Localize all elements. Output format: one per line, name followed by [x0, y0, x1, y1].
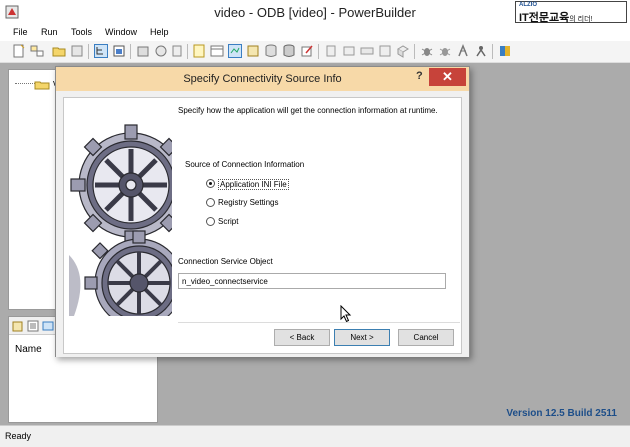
toolbar-separator	[88, 44, 89, 59]
help-button[interactable]: ?	[416, 70, 423, 82]
menu-run[interactable]: Run	[41, 27, 58, 37]
connectivity-dialog: Specify Connectivity Source Info ? ✕ Spe…	[55, 66, 470, 357]
brand-logo: ALZIO IT전문교육의 리더!	[515, 1, 627, 24]
close-button[interactable]: ✕	[429, 68, 466, 86]
open-icon[interactable]	[52, 44, 66, 58]
source-group-label: Source of Connection Information	[185, 160, 305, 169]
back-button[interactable]: < Back	[274, 329, 330, 346]
dialog-body: Specify how the application will get the…	[56, 91, 469, 357]
build-icon[interactable]	[342, 44, 356, 58]
toolbar-separator	[492, 44, 493, 59]
radio-button[interactable]	[206, 179, 215, 188]
radio-label-script[interactable]: Script	[218, 217, 238, 226]
toolbar	[0, 41, 630, 63]
status-bar: Ready	[0, 425, 630, 447]
gears-illustration	[69, 105, 172, 316]
inherit-icon[interactable]	[30, 44, 44, 58]
radio-label-application-ini[interactable]: Application INI File	[218, 179, 289, 190]
database-painter-icon[interactable]	[246, 44, 260, 58]
exit-icon[interactable]	[498, 44, 512, 58]
menu-help[interactable]: Help	[150, 27, 169, 37]
dialog-title: Specify Connectivity Source Info	[183, 73, 342, 85]
output-icon[interactable]	[112, 44, 126, 58]
brand-sub-text: 의 리더!	[569, 16, 593, 23]
toolbar-separator	[318, 44, 319, 59]
deploy-icon[interactable]	[324, 44, 338, 58]
workspace-icon	[34, 81, 50, 90]
clip-icon[interactable]	[170, 44, 184, 58]
browser-icon[interactable]	[154, 44, 168, 58]
application-icon[interactable]	[192, 44, 206, 58]
brand-main-text: IT전문교육	[519, 12, 570, 24]
run-icon[interactable]	[456, 44, 470, 58]
debug-icon[interactable]	[420, 44, 434, 58]
database-icon[interactable]	[228, 44, 242, 58]
brand-small-text: ALZIO	[519, 2, 537, 8]
library-icon[interactable]	[136, 44, 150, 58]
panel-view-icon[interactable]	[42, 320, 54, 332]
toolbar-separator	[414, 44, 415, 59]
version-label: Version 12.5 Build 2511	[506, 408, 617, 419]
new-icon[interactable]	[12, 44, 26, 58]
toolbar-separator	[187, 44, 188, 59]
menu-file[interactable]: File	[13, 27, 28, 37]
project-icon[interactable]	[360, 44, 374, 58]
panel-library-icon[interactable]	[12, 320, 24, 332]
edit-icon[interactable]	[300, 44, 314, 58]
menu-tools[interactable]: Tools	[71, 27, 92, 37]
radio-selected-dot	[209, 182, 212, 185]
connection-service-label: Connection Service Object	[178, 257, 273, 266]
database-admin-icon[interactable]	[282, 44, 296, 58]
status-text: Ready	[5, 431, 32, 441]
radio-button[interactable]	[206, 217, 215, 226]
panel-list-icon[interactable]	[27, 320, 39, 332]
print-icon[interactable]	[70, 44, 84, 58]
dialog-content: Specify how the application will get the…	[63, 97, 462, 354]
menu-window[interactable]: Window	[105, 27, 137, 37]
radio-label-registry-settings[interactable]: Registry Settings	[218, 198, 278, 207]
connection-service-input[interactable]	[178, 273, 446, 289]
radio-button[interactable]	[206, 198, 215, 207]
select-run-icon[interactable]	[474, 44, 488, 58]
next-button[interactable]: Next >	[334, 329, 390, 346]
menu-bar: File Run Tools Window Help	[0, 24, 630, 41]
db-profile-icon[interactable]	[264, 44, 278, 58]
dialog-description: Specify how the application will get the…	[178, 106, 438, 115]
dialog-title-bar: Specify Connectivity Source Info ? ✕	[56, 67, 469, 91]
toolbar-separator	[130, 44, 131, 59]
window-icon[interactable]	[378, 44, 392, 58]
mouse-pointer-icon	[340, 305, 352, 323]
name-column-header: Name	[15, 344, 42, 355]
cancel-button[interactable]: Cancel	[398, 329, 454, 346]
title-bar: video - ODB [video] - PowerBuilder ALZIO…	[0, 0, 630, 24]
menu-icon[interactable]	[396, 44, 410, 58]
debug-stop-icon[interactable]	[438, 44, 452, 58]
dialog-divider	[178, 322, 460, 323]
datawindow-icon[interactable]	[210, 44, 224, 58]
system-tree-icon[interactable]	[94, 44, 108, 58]
